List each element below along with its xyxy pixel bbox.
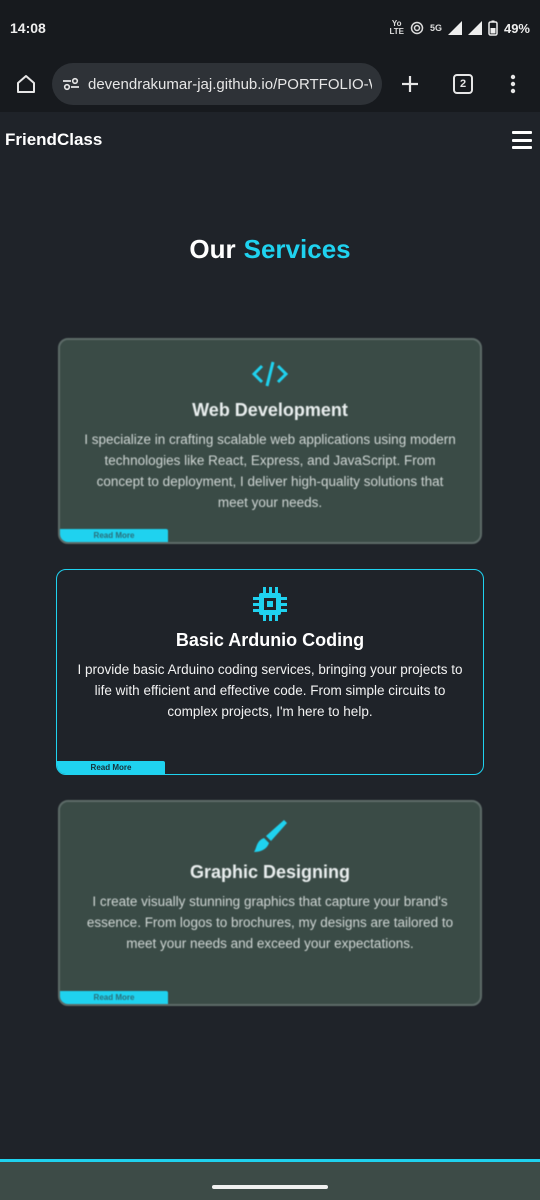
read-more-button[interactable]: Read More [57,761,165,774]
battery-percent: 49% [503,20,530,36]
read-more-button[interactable]: Read More [60,991,168,1004]
browser-menu-button[interactable] [488,56,538,112]
chip-icon [57,584,483,624]
code-icon [60,354,480,394]
title-part-1: Our [189,234,236,264]
service-card-web-development[interactable]: Web Development I specialize in crafting… [58,338,482,544]
card-description: I provide basic Arduino coding services,… [77,662,463,719]
gesture-nav-bar[interactable] [212,1185,328,1189]
battery-icon [488,20,498,36]
tab-count: 2 [453,74,473,94]
tab-switcher-button[interactable]: 2 [438,56,488,112]
address-bar[interactable]: devendrakumar-jaj.github.io/PORTFOLIO-WE [52,63,382,105]
status-icons: Yo LTE 5G 49% [389,20,530,36]
status-time: 14:08 [10,20,46,36]
volte-indicator: Yo LTE [389,20,404,36]
network-bottom-label: LTE [389,27,404,36]
hamburger-menu-icon[interactable] [512,131,532,149]
browser-toolbar: devendrakumar-jaj.github.io/PORTFOLIO-WE… [0,56,540,112]
card-description: I specialize in crafting scalable web ap… [84,432,456,510]
section-title: Our Services [0,234,540,265]
brush-icon [60,816,480,856]
footer [0,1162,540,1200]
card-description: I create visually stunning graphics that… [86,894,454,951]
card-title: Graphic Designing [189,862,351,882]
service-card-graphic-designing[interactable]: Graphic Designing I create visually stun… [58,800,482,1006]
fiveg-label: 5G [429,23,442,33]
site-settings-icon[interactable] [62,77,80,91]
hotspot-icon [410,21,424,35]
site-navbar: FriendClass [0,113,540,167]
home-icon [17,75,35,93]
plus-icon [402,76,418,92]
service-card-arduino-coding[interactable]: Basic Ardunio Coding I provide basic Ard… [56,569,484,775]
card-title: Web Development [192,400,348,420]
status-bar: 14:08 Yo LTE 5G 49% [0,0,540,56]
site-brand[interactable]: FriendClass [5,130,102,150]
url-text: devendrakumar-jaj.github.io/PORTFOLIO-WE [88,75,372,93]
read-more-button[interactable]: Read More [60,529,168,542]
new-tab-button[interactable] [382,56,438,112]
home-button[interactable] [0,56,52,112]
signal-icon-2 [467,21,482,35]
card-title: Basic Ardunio Coding [175,630,365,650]
title-part-2: Services [243,234,351,264]
signal-icon [447,21,462,35]
more-vert-icon [510,74,516,94]
